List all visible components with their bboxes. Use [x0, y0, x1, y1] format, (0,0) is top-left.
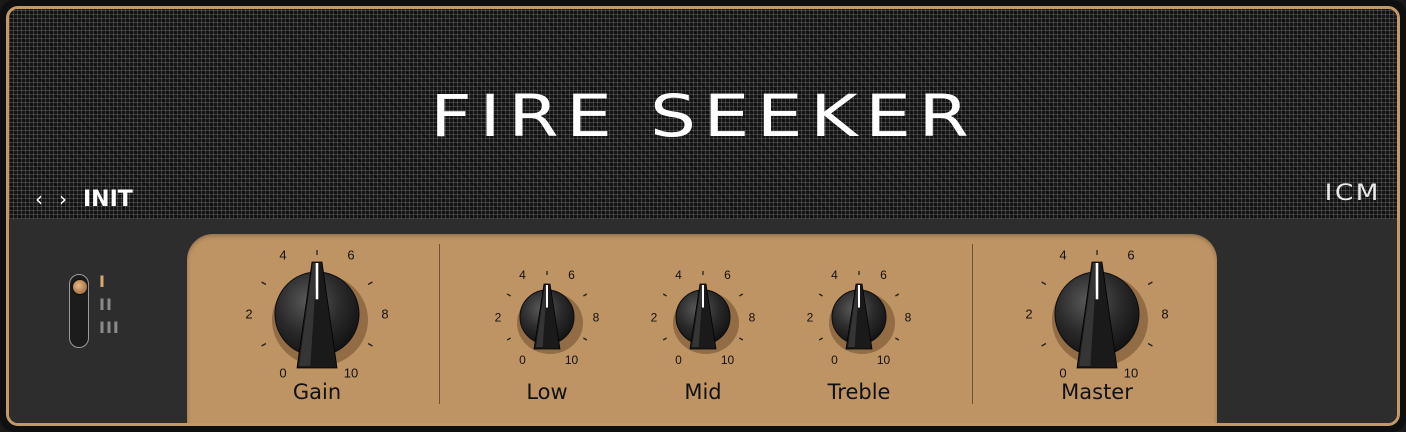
- scale-tick: [261, 281, 267, 286]
- scale-tick: [895, 337, 900, 341]
- scale-label: 4: [1059, 248, 1066, 263]
- knob-label-master: Master: [1061, 380, 1133, 404]
- scale-label: 4: [279, 248, 286, 263]
- scale-label: 8: [381, 307, 388, 322]
- amp-plugin-window: FIRE SEEKER ‹ › INIT ICM I II III 0 2 4 6 8 1…: [0, 0, 1406, 432]
- preset-name[interactable]: INIT: [83, 187, 133, 212]
- scale-label: 10: [344, 365, 358, 380]
- knob-treble[interactable]: 0 2 4 6 8 10: [789, 247, 929, 387]
- knob-label-gain: Gain: [292, 380, 342, 404]
- scale-label: 0: [279, 365, 286, 380]
- scale-label: 0: [1059, 365, 1066, 380]
- scale-label: 0: [519, 353, 526, 367]
- scale-label: 0: [831, 353, 838, 367]
- scale-label: 4: [831, 268, 838, 282]
- scale-tick: [1041, 281, 1047, 286]
- channel-switch-knob[interactable]: [73, 280, 87, 294]
- product-title: FIRE SEEKER: [430, 82, 977, 150]
- scale-label: 2: [495, 311, 502, 325]
- scale-label: 2: [245, 307, 252, 322]
- knob-mid[interactable]: 0 2 4 6 8 10: [633, 247, 773, 387]
- amp-frame: FIRE SEEKER ‹ › INIT ICM I II III 0 2 4 6 8 1…: [6, 6, 1400, 426]
- scale-label: 6: [880, 268, 887, 282]
- channel-label-2[interactable]: II: [99, 296, 113, 314]
- scale-tick: [1147, 281, 1153, 286]
- knob-gain[interactable]: 0 2 4 6 8 10: [245, 244, 388, 384]
- scale-tick: [818, 293, 823, 297]
- scale-label: 8: [749, 311, 756, 325]
- scale-tick: [895, 293, 900, 297]
- scale-label: 2: [1025, 307, 1032, 322]
- scale-label: 4: [519, 268, 526, 282]
- scale-tick: [367, 342, 373, 347]
- scale-label: 10: [1124, 365, 1138, 380]
- knob-label-mid: Mid: [684, 380, 722, 404]
- scale-tick: [662, 337, 667, 341]
- scale-tick: [739, 293, 744, 297]
- scale-tick: [367, 281, 373, 286]
- channel-label-1[interactable]: I: [99, 273, 106, 291]
- scale-label: 10: [565, 353, 579, 367]
- scale-label: 10: [721, 353, 735, 367]
- scale-label: 6: [724, 268, 731, 282]
- scale-label: 8: [1161, 307, 1168, 322]
- panel-divider: [972, 244, 973, 404]
- channel-switch[interactable]: I II III: [69, 273, 129, 359]
- scale-label: 2: [651, 311, 658, 325]
- scale-tick: [261, 342, 267, 347]
- scale-tick: [662, 293, 667, 297]
- scale-label: 6: [568, 268, 575, 282]
- scale-label: 6: [1127, 248, 1134, 263]
- channel-label-3[interactable]: III: [99, 319, 120, 337]
- knob-label-low: Low: [526, 380, 568, 404]
- chevron-left-icon[interactable]: ‹: [27, 187, 51, 211]
- scale-label: 0: [675, 353, 682, 367]
- scale-tick: [1041, 342, 1047, 347]
- scale-tick: [583, 293, 588, 297]
- panel-divider: [439, 244, 440, 404]
- scale-label: 6: [347, 248, 354, 263]
- channel-switch-slot[interactable]: [69, 274, 89, 348]
- scale-tick: [506, 293, 511, 297]
- knob-label-treble: Treble: [827, 380, 891, 404]
- scale-tick: [1147, 342, 1153, 347]
- knob-master[interactable]: 0 2 4 6 8 10: [1025, 244, 1168, 384]
- chevron-right-icon[interactable]: ›: [51, 187, 75, 211]
- scale-label: 10: [877, 353, 891, 367]
- scale-tick: [739, 337, 744, 341]
- scale-tick: [818, 337, 823, 341]
- scale-label: 2: [807, 311, 814, 325]
- scale-label: 4: [675, 268, 682, 282]
- knob-low[interactable]: 0 2 4 6 8 10: [477, 247, 617, 387]
- scale-tick: [506, 337, 511, 341]
- control-panel: 0 2 4 6 8 10 0 2 4 6 8 10 0 2 4 6 8 10 0 2 4 6 8 10 0 2 4 6 8 10 Gain…: [187, 234, 1217, 423]
- preset-navigator: ‹ › INIT: [27, 184, 133, 214]
- brand-logo: ICM: [1324, 181, 1381, 206]
- scale-label: 8: [593, 311, 600, 325]
- scale-label: 8: [905, 311, 912, 325]
- scale-tick: [583, 337, 588, 341]
